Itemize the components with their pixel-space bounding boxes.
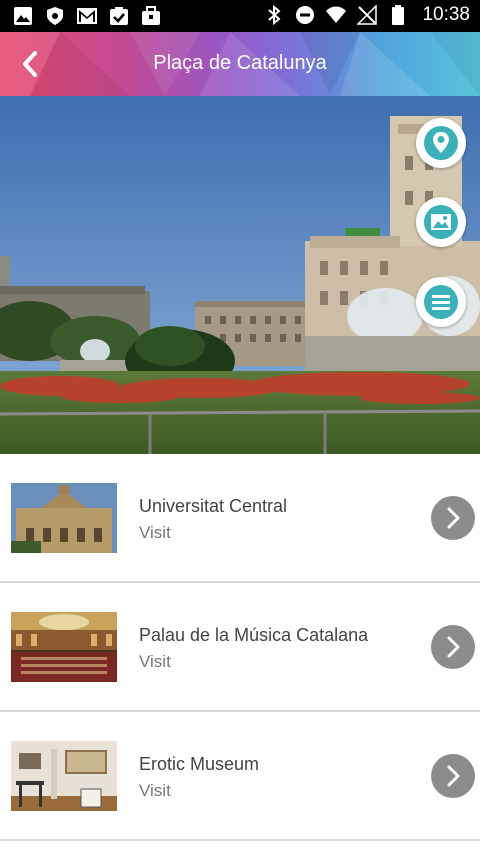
briefcase-icon: [140, 5, 162, 27]
place-thumbnail: [11, 741, 117, 811]
place-action-label: Visit: [139, 652, 171, 671]
location-pin-icon: [424, 126, 458, 160]
gmail-icon: [76, 5, 98, 27]
map-location-button[interactable]: [416, 118, 466, 168]
hamburger-menu-icon: [424, 285, 458, 319]
status-bar: 10:38: [0, 0, 480, 32]
place-action-label: Visit: [139, 781, 171, 800]
clock-time: 10:38: [422, 4, 470, 25]
image-gallery-icon: [424, 205, 458, 239]
chevron-right-icon: [447, 765, 460, 787]
bluetooth-icon: [263, 4, 285, 26]
go-arrow-button[interactable]: [431, 496, 475, 540]
gallery-button[interactable]: [416, 197, 466, 247]
chevron-right-icon: [447, 507, 460, 529]
battery-icon: [387, 4, 409, 26]
menu-button[interactable]: [416, 277, 466, 327]
place-name: Universitat Central: [139, 496, 288, 516]
place-thumbnail: [11, 612, 117, 682]
wifi-icon: [325, 4, 347, 26]
plaza-photo: [0, 96, 480, 454]
go-arrow-button[interactable]: [431, 754, 475, 798]
places-list: Universitat Central Visit Palau de la Mú…: [0, 454, 480, 841]
place-name: Erotic Museum: [139, 754, 260, 774]
page-title: Plaça de Catalunya: [153, 52, 327, 74]
place-name: Palau de la Música Catalana: [139, 625, 369, 645]
app-bar: Plaça de Catalunya: [0, 32, 480, 96]
place-action-label: Visit: [139, 523, 171, 542]
image-notification-icon: [12, 5, 34, 27]
chevron-right-icon: [447, 636, 460, 658]
list-item[interactable]: Palau de la Música Catalana Visit: [0, 583, 480, 712]
no-signal-icon: [356, 4, 378, 26]
shield-notification-icon: [44, 5, 66, 27]
go-arrow-button[interactable]: [431, 625, 475, 669]
task-check-icon: [108, 5, 130, 27]
place-thumbnail: [11, 483, 117, 553]
hero-image: [0, 96, 480, 454]
do-not-disturb-icon: [294, 4, 316, 26]
list-item[interactable]: Erotic Museum Visit: [0, 712, 480, 841]
list-item[interactable]: Universitat Central Visit: [0, 454, 480, 583]
